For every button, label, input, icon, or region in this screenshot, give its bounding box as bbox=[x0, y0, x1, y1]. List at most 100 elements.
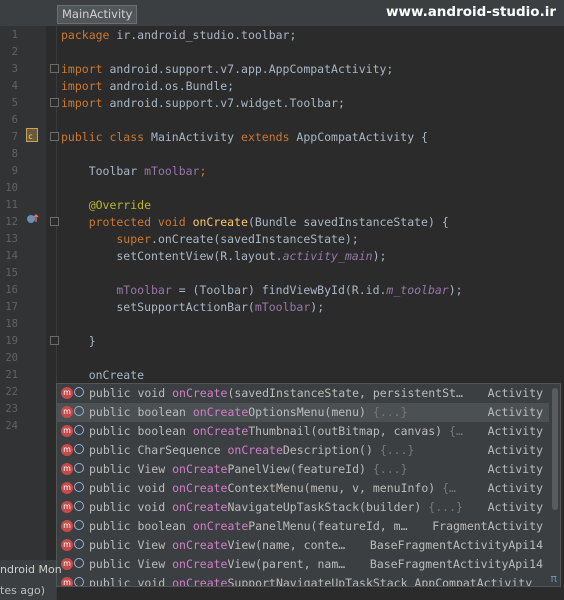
signature-dim: {...} bbox=[379, 443, 415, 457]
completion-item[interactable]: m public boolean onCreateThumbnail(outBit… bbox=[57, 422, 549, 441]
line-number: 10 bbox=[5, 182, 18, 194]
line-number: 5 bbox=[11, 97, 18, 109]
signature-post: NavigateUpTaskStack(builder) bbox=[227, 500, 429, 514]
completion-type: Activity bbox=[487, 500, 543, 514]
line-number: 9 bbox=[11, 165, 18, 177]
method-icon: m bbox=[61, 482, 73, 494]
completion-item[interactable]: m public void onCreateContextMenu(menu, v… bbox=[57, 479, 549, 498]
signature-match: onCreate bbox=[172, 481, 228, 495]
line-number: 14 bbox=[5, 250, 18, 262]
code-line-21[interactable]: onCreate bbox=[61, 367, 144, 384]
completion-item[interactable]: m public View onCreateView(name, conte… Ba… bbox=[57, 536, 549, 555]
signature-pre: public View bbox=[89, 557, 173, 571]
code-line-17[interactable]: setSupportActionBar(mToolbar); bbox=[61, 299, 324, 316]
code-line-11[interactable]: @Override bbox=[61, 197, 151, 214]
method-icon: m bbox=[61, 558, 73, 570]
completion-item[interactable]: m public View onCreateView(parent, nam… Ba… bbox=[57, 555, 549, 574]
fold-marker[interactable] bbox=[50, 64, 59, 73]
completion-item[interactable]: m public CharSequence onCreateDescription… bbox=[57, 441, 549, 460]
signature-pre: public CharSequence bbox=[89, 443, 228, 457]
line-number: 20 bbox=[5, 352, 18, 364]
override-icon bbox=[74, 482, 84, 492]
code-line-16[interactable]: mToolbar = (Toolbar) findViewById(R.id.m… bbox=[61, 282, 462, 299]
signature-post: Thumbnail(outBitmap, canvas) bbox=[248, 424, 450, 438]
completion-signature: public void onCreateContextMenu(menu, v,… bbox=[89, 479, 456, 498]
line-number: 1 bbox=[11, 29, 18, 41]
completion-item[interactable]: m public View onCreatePanelView(featureId… bbox=[57, 460, 549, 479]
signature-post: SupportNavigateUpTaskStack AppCompatActi… bbox=[227, 576, 533, 587]
completion-type: Activity bbox=[487, 462, 543, 476]
override-icon bbox=[74, 558, 84, 568]
code-line-7[interactable]: public class MainActivity extends AppCom… bbox=[61, 129, 428, 146]
override-gutter-icon[interactable] bbox=[26, 213, 40, 230]
pi-icon[interactable]: π bbox=[550, 572, 557, 585]
signature-dim: {...} bbox=[372, 405, 408, 419]
method-icon: m bbox=[61, 463, 73, 475]
signature-match: onCreate bbox=[192, 405, 249, 419]
status-text: tes ago) bbox=[0, 584, 46, 597]
completion-item[interactable]: m public void onCreateSupportNavigateUpTa… bbox=[57, 574, 549, 587]
completion-signature: public View onCreateView(parent, nam… bbox=[89, 555, 345, 574]
code-line-5[interactable]: import android.support.v7.widget.Toolbar… bbox=[61, 95, 345, 112]
fold-marker[interactable] bbox=[50, 98, 59, 107]
tab-main-activity[interactable]: MainActivity bbox=[57, 5, 138, 24]
signature-pre: public boolean bbox=[89, 519, 193, 533]
override-icon bbox=[74, 520, 84, 530]
signature-dim: {...} bbox=[428, 500, 463, 514]
bottom-tool-panel: ndroid Mon tes ago) bbox=[0, 560, 62, 600]
completion-item[interactable]: m public boolean onCreateOptionsMenu(menu… bbox=[57, 403, 549, 422]
completion-item[interactable]: m public void onCreateNavigateUpTaskStack… bbox=[57, 498, 549, 517]
signature-pre: public View bbox=[89, 462, 173, 476]
signature-pre: public boolean bbox=[89, 405, 193, 419]
line-number: 16 bbox=[5, 284, 18, 296]
signature-post: PanelMenu(featureId, m… bbox=[248, 519, 408, 533]
code-line-4[interactable]: import android.os.Bundle; bbox=[61, 78, 234, 95]
signature-pre: public void bbox=[89, 386, 173, 400]
code-completion-popup[interactable]: m public void onCreate SupportNavigateUpTa… bbox=[56, 383, 561, 587]
completion-signature: public void onCreateNavigateUpTaskStack(… bbox=[89, 498, 463, 517]
completion-signature: public CharSequence onCreateDescription(… bbox=[89, 441, 414, 460]
completion-item[interactable]: m public boolean onCreatePanelMenu(featur… bbox=[57, 517, 549, 536]
signature-pre: public View bbox=[89, 538, 173, 552]
method-icon: m bbox=[61, 387, 73, 399]
code-line-9[interactable]: Toolbar mToolbar; bbox=[61, 163, 207, 180]
code-line-14[interactable]: setContentView(R.layout.activity_main); bbox=[61, 248, 386, 265]
line-number: 6 bbox=[11, 114, 18, 126]
signature-post: (savedInstanceState, persistentSt… bbox=[227, 386, 463, 400]
completion-item[interactable]: m public void onCreate(savedInstanceState… bbox=[57, 384, 549, 403]
override-icon bbox=[74, 463, 84, 473]
method-icon: m bbox=[61, 539, 73, 551]
signature-match: onCreate bbox=[192, 424, 249, 438]
line-number: 21 bbox=[5, 369, 18, 381]
android-monitor-tab[interactable]: ndroid Mon bbox=[0, 563, 62, 576]
fold-marker[interactable] bbox=[50, 217, 59, 226]
code-line-13[interactable]: super.onCreate(savedInstanceState); bbox=[61, 231, 358, 248]
override-icon bbox=[74, 539, 84, 549]
signature-post: OptionsMenu(menu) bbox=[248, 405, 373, 419]
svg-text:c: c bbox=[28, 132, 33, 141]
fold-marker[interactable] bbox=[50, 132, 59, 141]
line-number: 3 bbox=[11, 63, 18, 75]
completion-type: Activity bbox=[487, 405, 543, 419]
signature-post: View(name, conte… bbox=[227, 538, 346, 552]
line-number: 8 bbox=[11, 148, 18, 160]
code-line-3[interactable]: import android.support.v7.app.AppCompatA… bbox=[61, 61, 393, 78]
signature-match: onCreate bbox=[172, 386, 228, 400]
completion-scrollbar[interactable] bbox=[552, 388, 558, 510]
override-icon bbox=[74, 501, 84, 511]
signature-post: PanelView(featureId) bbox=[227, 462, 373, 476]
code-line-1[interactable]: package ir.android_studio.toolbar; bbox=[61, 27, 296, 44]
line-number: 18 bbox=[5, 318, 18, 330]
code-line-19[interactable]: } bbox=[61, 333, 96, 350]
override-icon bbox=[74, 406, 84, 416]
code-line-12[interactable]: protected void onCreate(Bundle savedInst… bbox=[61, 214, 449, 231]
completion-type: Activity bbox=[487, 481, 543, 495]
class-gutter-icon[interactable]: c bbox=[26, 128, 38, 147]
fold-marker[interactable] bbox=[50, 336, 59, 345]
watermark: www.android-studio.ir bbox=[386, 4, 556, 20]
line-number: 15 bbox=[5, 267, 18, 279]
signature-match: onCreate bbox=[172, 462, 228, 476]
line-number: 17 bbox=[5, 301, 18, 313]
signature-post: ContextMenu(menu, v, menuInfo) bbox=[227, 481, 443, 495]
completion-type: BaseFragmentActivityApi14 bbox=[369, 557, 543, 571]
